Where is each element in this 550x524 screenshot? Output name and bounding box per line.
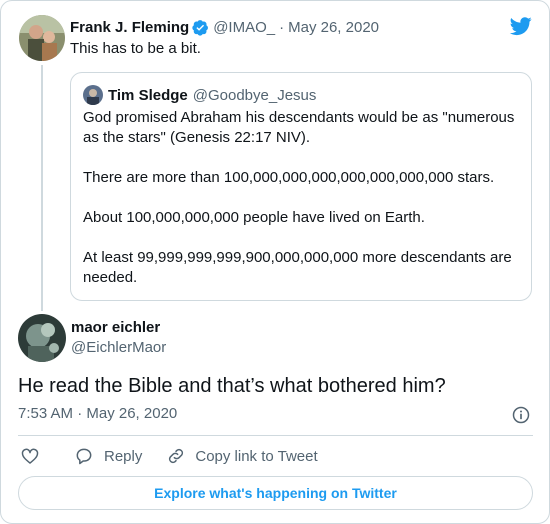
quoted-paragraph: At least 99,999,999,999,900,000,000,000 …	[83, 249, 512, 286]
reply-button[interactable]: Reply	[74, 446, 142, 466]
quoted-avatar	[83, 85, 103, 105]
link-icon	[169, 448, 184, 464]
reply-author-name-row: maor eichler	[71, 317, 160, 337]
quoted-author-handle: @Goodbye_Jesus	[192, 86, 317, 104]
author-name[interactable]: Frank J. Fleming	[70, 19, 189, 36]
tweet-text: This has to be a bit.	[70, 40, 201, 57]
author-handle[interactable]: @IMAO_	[213, 19, 275, 36]
heart-icon	[21, 448, 39, 464]
thread-connector-line	[41, 65, 43, 311]
quoted-paragraph: God promised Abraham his descendants wou…	[83, 109, 515, 146]
copy-link-label: Copy link to Tweet	[195, 447, 318, 465]
quoted-paragraph: About 100,000,000,000 people have lived …	[83, 209, 425, 226]
verified-badge-icon	[192, 19, 209, 36]
copy-link-button[interactable]: Copy link to Tweet	[166, 446, 318, 466]
reply-author-handle[interactable]: @EichlerMaor	[71, 339, 166, 356]
tweet-date[interactable]: May 26, 2020	[288, 19, 379, 36]
reply-author-name[interactable]: maor eichler	[71, 319, 160, 336]
quoted-tweet[interactable]: Tim Sledge @Goodbye_Jesus God promised A…	[70, 72, 532, 301]
separator-dot: ·	[279, 18, 285, 36]
avatar[interactable]	[19, 15, 65, 61]
divider	[18, 435, 533, 436]
reply-timestamp[interactable]: 7:53 AM · May 26, 2020	[18, 405, 177, 422]
twitter-bird-icon[interactable]	[509, 15, 533, 37]
reply-text: He read the Bible and that’s what bother…	[18, 375, 446, 397]
info-icon[interactable]	[511, 405, 531, 425]
quoted-header: Tim Sledge @Goodbye_Jesus	[108, 85, 316, 105]
explore-twitter-button[interactable]: Explore what's happening on Twitter	[18, 476, 533, 510]
profile-photo-icon	[19, 15, 65, 61]
quoted-author-name: Tim Sledge	[108, 86, 188, 104]
tweet-header: Frank J. Fleming @IMAO_ · May 26, 2020	[70, 17, 379, 37]
profile-photo-icon	[83, 85, 103, 105]
reply-bubble-icon	[76, 448, 92, 465]
like-button[interactable]	[20, 446, 40, 466]
quoted-paragraph: There are more than 100,000,000,000,000,…	[83, 169, 495, 186]
reply-author-handle-row: @EichlerMaor	[71, 337, 166, 357]
embedded-tweet-card: Frank J. Fleming @IMAO_ · May 26, 2020 T…	[0, 0, 550, 524]
profile-photo-icon	[18, 314, 66, 362]
reply-avatar[interactable]	[18, 314, 66, 362]
reply-label: Reply	[104, 447, 143, 465]
quoted-text: God promised Abraham his descendants wou…	[83, 108, 523, 288]
action-bar: Reply Copy link to Tweet	[18, 445, 318, 467]
